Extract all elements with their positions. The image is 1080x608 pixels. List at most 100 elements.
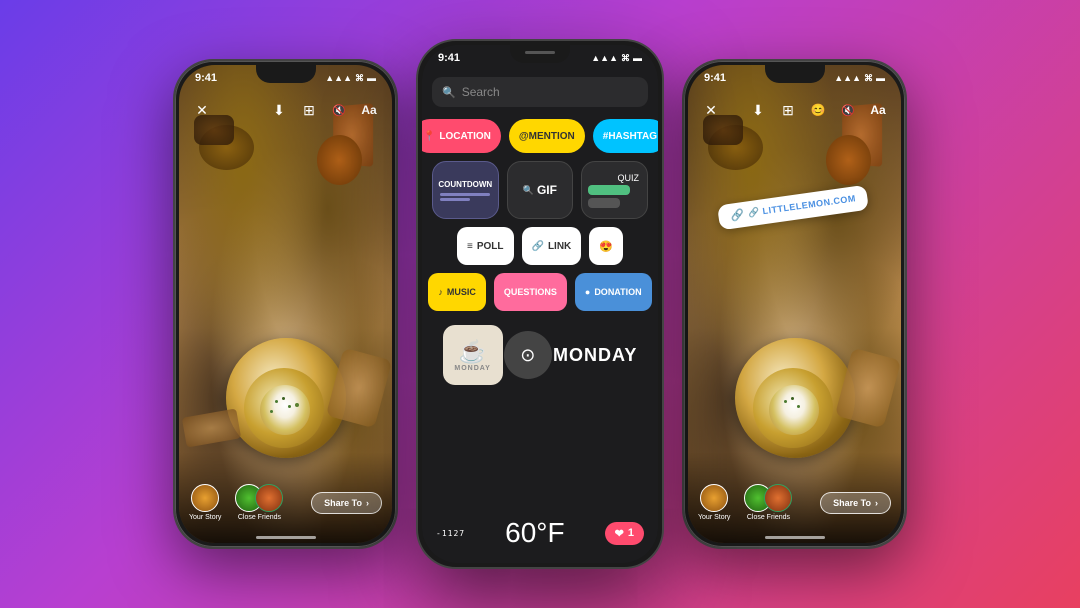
middle-phone: 9:41 ▲▲▲ ⌘ ▬ 🔍 Search 📍 LOCATION @MENTIO bbox=[416, 39, 664, 569]
gif-sticker[interactable]: 🔍 GIF bbox=[507, 161, 574, 219]
mute-icon-right[interactable]: 🔇 bbox=[837, 99, 859, 121]
link-sticker[interactable]: 🔗 LINK bbox=[522, 227, 582, 265]
link-chain-icon: 🔗 bbox=[730, 208, 745, 223]
battery-icon-m: ▬ bbox=[633, 53, 642, 63]
notch bbox=[256, 65, 316, 83]
gif-search-inner: 🔍 GIF bbox=[523, 183, 557, 197]
emoji-slider-sticker[interactable]: 😍 bbox=[589, 227, 623, 265]
link-icon: 🔗 bbox=[532, 241, 544, 252]
close-friends-item[interactable]: Close Friends bbox=[235, 484, 283, 521]
wifi-icon-m: ⌘ bbox=[621, 53, 630, 64]
your-story-item-r[interactable]: Your Story bbox=[698, 484, 730, 521]
share-to-button-right[interactable]: Share To › bbox=[820, 492, 891, 514]
close-button-left[interactable]: ✕ bbox=[191, 99, 213, 121]
mention-sticker[interactable]: @MENTION bbox=[509, 119, 585, 153]
phone-status-bottom: -1127 60°F ❤ 1 bbox=[422, 503, 658, 563]
search-icon: 🔍 bbox=[442, 86, 456, 99]
your-story-item[interactable]: Your Story bbox=[189, 484, 221, 521]
countdown-label: COUNTDOWN bbox=[438, 180, 492, 189]
wifi-icon-r: ⌘ bbox=[864, 73, 873, 84]
sticker-row-4: ♪ MUSIC QUESTIONS ● DONATION bbox=[432, 273, 648, 311]
monday-text-sticker[interactable]: MONDAY bbox=[553, 345, 637, 366]
questions-label: QUESTIONS bbox=[504, 287, 557, 297]
quiz-container: QUIZ bbox=[588, 173, 641, 208]
share-to-label-r: Share To bbox=[833, 498, 871, 508]
download-icon-right[interactable]: ⬇ bbox=[747, 99, 769, 121]
share-to-label: Share To bbox=[324, 498, 362, 508]
quiz-label: QUIZ bbox=[588, 173, 641, 183]
sticker-search-bar[interactable]: 🔍 Search bbox=[432, 77, 648, 107]
music-sticker[interactable]: ♪ MUSIC bbox=[428, 273, 486, 311]
donation-sticker[interactable]: ● DONATION bbox=[575, 273, 652, 311]
layout-icon-right[interactable]: ⊞ bbox=[777, 99, 799, 121]
signal-icon-m: ▲▲▲ bbox=[591, 53, 618, 63]
camera-button[interactable]: ⊙ bbox=[504, 331, 552, 379]
your-story-avatar-r bbox=[700, 484, 728, 512]
close-friends-avatar-r2 bbox=[764, 484, 792, 512]
food-bowl-2 bbox=[317, 135, 362, 185]
sticker-row-3: ≡ POLL 🔗 LINK 😍 bbox=[432, 227, 648, 265]
notch-middle bbox=[510, 45, 570, 63]
battery-icon: ▬ bbox=[367, 73, 376, 83]
temp-counter: -1127 bbox=[436, 529, 465, 538]
music-note-icon: ♪ bbox=[438, 287, 443, 297]
home-indicator-right bbox=[765, 536, 825, 539]
mug-emoji: ☕ bbox=[459, 339, 486, 365]
poll-sticker[interactable]: ≡ POLL bbox=[457, 227, 514, 265]
hashtag-label: #HASHTAG bbox=[603, 131, 657, 142]
layout-icon-left[interactable]: ⊞ bbox=[298, 99, 320, 121]
food-bowl-r2 bbox=[826, 135, 871, 185]
your-story-label: Your Story bbox=[189, 514, 221, 521]
like-count: 1 bbox=[628, 527, 634, 539]
location-sticker[interactable]: 📍 LOCATION bbox=[422, 119, 501, 153]
sticker-row-1: 📍 LOCATION @MENTION #HASHTAG bbox=[432, 119, 648, 153]
story-bottom-right: Your Story Close Friends Share To › bbox=[688, 453, 901, 543]
like-badge[interactable]: ❤ 1 bbox=[605, 522, 644, 545]
gif-label: GIF bbox=[537, 183, 557, 197]
donation-label: DONATION bbox=[594, 287, 641, 297]
your-story-avatar bbox=[191, 484, 219, 512]
donation-dot-icon: ● bbox=[585, 287, 590, 297]
status-time-middle: 9:41 bbox=[438, 52, 460, 64]
story-toolbar-right: ✕ ⬇ ⊞ 😊 🔇 Aa bbox=[688, 93, 901, 127]
day-sticker[interactable]: ☕ MONDAY bbox=[443, 325, 503, 385]
close-friends-avatar-2 bbox=[255, 484, 283, 512]
countdown-sticker[interactable]: COUNTDOWN bbox=[432, 161, 499, 219]
close-friends-label-r: Close Friends bbox=[747, 514, 790, 521]
wifi-icon: ⌘ bbox=[355, 73, 364, 84]
countdown-lines bbox=[440, 193, 490, 201]
story-bottom-left: Your Story Close Friends Share To › bbox=[179, 453, 392, 543]
status-icons: ▲▲▲ ⌘ ▬ bbox=[325, 73, 376, 84]
mute-icon-left[interactable]: 🔇 bbox=[328, 99, 350, 121]
text-tool-right[interactable]: Aa bbox=[867, 99, 889, 121]
location-pin-icon: 📍 bbox=[423, 131, 435, 142]
text-tool-left[interactable]: Aa bbox=[358, 99, 380, 121]
monday-label: MONDAY bbox=[553, 345, 637, 365]
chevron-right-icon-r: › bbox=[875, 498, 878, 508]
close-button-right[interactable]: ✕ bbox=[700, 99, 722, 121]
left-phone: 9:41 ▲▲▲ ⌘ ▬ ✕ ⬇ ⊞ 🔇 Aa bbox=[173, 59, 398, 549]
pull-handle[interactable] bbox=[525, 51, 555, 54]
sticker-bottom-row: ☕ MONDAY ⊙ MONDAY bbox=[432, 319, 648, 391]
share-to-button-left[interactable]: Share To › bbox=[311, 492, 382, 514]
search-placeholder: Search bbox=[462, 85, 500, 99]
questions-sticker[interactable]: QUESTIONS bbox=[494, 273, 567, 311]
notch-right bbox=[765, 65, 825, 83]
quiz-sticker[interactable]: QUIZ bbox=[581, 161, 648, 219]
monday-day-label: MONDAY bbox=[454, 365, 490, 372]
heart-icon: ❤ bbox=[615, 527, 624, 540]
download-icon-left[interactable]: ⬇ bbox=[268, 99, 290, 121]
countdown-line-2 bbox=[440, 198, 470, 201]
countdown-line-1 bbox=[440, 193, 490, 196]
mention-label: @MENTION bbox=[519, 131, 575, 142]
emoji-icon-right[interactable]: 😊 bbox=[807, 99, 829, 121]
status-icons-right: ▲▲▲ ⌘ ▬ bbox=[834, 73, 885, 84]
right-phone: 🔗 🔗 LITTLELEMON.COM 9:41 ▲▲▲ ⌘ ▬ ✕ ⬇ ⊞ 😊… bbox=[682, 59, 907, 549]
signal-icon: ▲▲▲ bbox=[325, 73, 352, 83]
camera-icon: ⊙ bbox=[520, 345, 535, 366]
temperature-display: 60°F bbox=[505, 517, 564, 549]
close-friends-item-r[interactable]: Close Friends bbox=[744, 484, 792, 521]
status-time-right: 9:41 bbox=[704, 72, 726, 84]
your-story-label-r: Your Story bbox=[698, 514, 730, 521]
hashtag-sticker[interactable]: #HASHTAG bbox=[593, 119, 658, 153]
